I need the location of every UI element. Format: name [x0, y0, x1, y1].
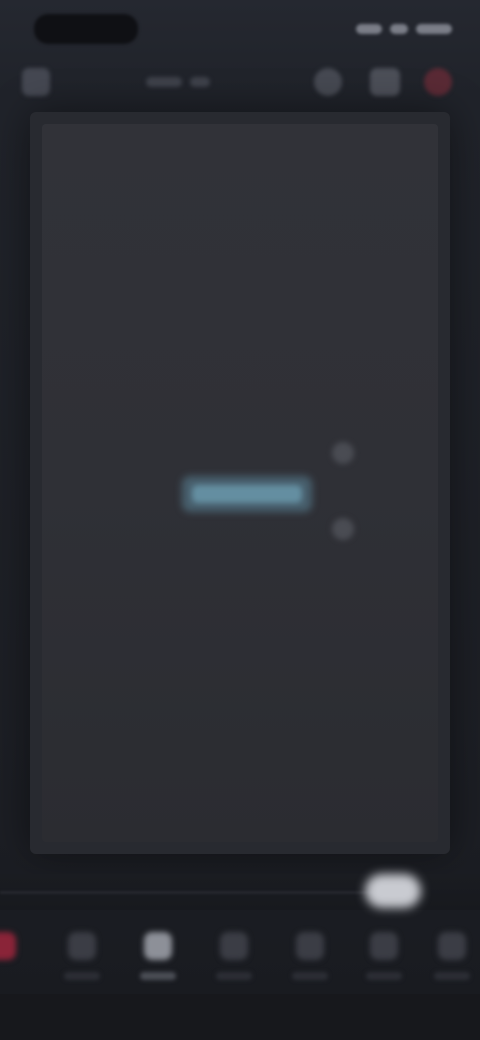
timeline[interactable]	[0, 874, 480, 910]
resize-icon[interactable]	[332, 518, 354, 540]
tool-label	[64, 972, 100, 980]
edit-icon	[68, 932, 96, 960]
title-dropdown-icon	[190, 77, 210, 87]
project-title[interactable]	[146, 74, 210, 90]
wifi-icon	[390, 24, 408, 34]
top-toolbar	[0, 56, 480, 106]
text-element-content[interactable]	[192, 485, 302, 503]
signal-icon	[356, 24, 382, 34]
add-clip-icon	[0, 932, 16, 960]
status-time	[34, 14, 138, 44]
status-indicators	[348, 22, 452, 36]
tool-label	[216, 972, 252, 980]
canvas-frame	[30, 112, 450, 854]
layers-icon[interactable]	[370, 68, 400, 96]
editor-screen	[0, 0, 480, 1040]
tool-label	[140, 972, 176, 980]
timeline-playhead[interactable]	[365, 874, 421, 908]
status-bar	[0, 0, 480, 56]
record-icon[interactable]	[424, 68, 452, 96]
more-tool-button[interactable]	[424, 924, 480, 990]
filter-icon	[370, 932, 398, 960]
filter-tool-button[interactable]	[356, 924, 412, 990]
effects-icon	[296, 932, 324, 960]
bottom-toolbar	[0, 920, 480, 994]
tool-label	[434, 972, 470, 980]
editor-canvas[interactable]	[42, 124, 438, 842]
rotate-icon[interactable]	[332, 442, 354, 464]
text-tool-button[interactable]	[130, 924, 186, 990]
tool-label	[366, 972, 402, 980]
add-clip-button[interactable]	[0, 924, 56, 990]
effects-tool-button[interactable]	[282, 924, 338, 990]
back-arrow-icon[interactable]	[22, 68, 50, 96]
audio-tool-button[interactable]	[206, 924, 262, 990]
edit-tool-button[interactable]	[54, 924, 110, 990]
text-icon	[144, 932, 172, 960]
audio-icon	[220, 932, 248, 960]
more-icon	[438, 932, 466, 960]
tool-label	[292, 972, 328, 980]
title-text	[146, 77, 182, 87]
timeline-track-line	[0, 891, 390, 894]
gesture-area	[0, 994, 480, 1040]
battery-icon	[416, 24, 452, 34]
search-icon[interactable]	[314, 68, 342, 96]
